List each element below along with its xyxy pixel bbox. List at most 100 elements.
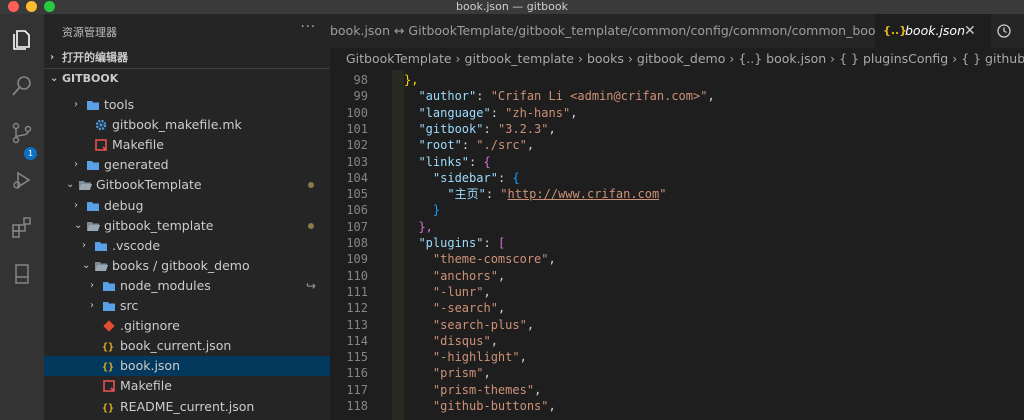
line-number: 100	[346, 105, 368, 120]
breadcrumb-item[interactable]: {..} book.json	[738, 51, 826, 66]
history-icon[interactable]	[996, 23, 1012, 39]
open-editors-section[interactable]: › 打开的编辑器	[44, 48, 330, 68]
tab-diff[interactable]: book.json ↔ GitbookTemplate/gitbook_temp…	[330, 14, 875, 48]
code-line: "-highlight",	[432, 350, 527, 365]
chevron-right-icon: ›	[74, 99, 78, 110]
breadcrumb-item[interactable]: gitbook_template	[465, 51, 574, 66]
svg-text:{}: {}	[102, 403, 114, 414]
line-number: 107	[346, 219, 368, 234]
tree-item-label: README.md	[120, 417, 198, 420]
makefile-icon	[94, 138, 108, 152]
title-bar: book.json — gitbook	[0, 0, 1024, 14]
modified-indicator	[308, 222, 314, 229]
line-number: 98	[353, 73, 368, 87]
code-editor[interactable]: 98}, 99 "author": "Crifan Li <admin@crifa…	[330, 70, 1024, 420]
tree-item[interactable]: ⌄ books / gitbook_demo	[44, 256, 330, 276]
line-number: 106	[346, 203, 368, 218]
tree-item[interactable]: › tools	[44, 95, 330, 115]
code-line: "language": "zh-hans",	[418, 105, 578, 120]
line-number: 111	[346, 284, 368, 299]
code-line: },	[404, 73, 419, 87]
line-number: 115	[346, 350, 368, 365]
tree-item[interactable]: › generated	[44, 155, 330, 175]
folder-open-icon	[94, 259, 108, 273]
breadcrumb-item[interactable]: GitbookTemplate	[346, 51, 452, 66]
svg-text:{}: {}	[102, 362, 114, 373]
source-control-icon[interactable]	[10, 121, 34, 145]
tree-item[interactable]: › debug	[44, 196, 330, 216]
tree-item[interactable]: › node_modules ↪	[44, 276, 330, 296]
folder-icon	[102, 279, 116, 293]
extensions-icon[interactable]	[10, 215, 34, 239]
tab-bar: book.json ↔ GitbookTemplate/gitbook_temp…	[330, 14, 1024, 48]
breadcrumb-item[interactable]: gitbook_demo	[637, 51, 725, 66]
tree-item-label: tools	[104, 97, 135, 112]
code-line: "author": "Crifan Li <admin@crifan.com>"…	[418, 89, 715, 104]
tree-item[interactable]: .gitignore	[44, 316, 330, 336]
tree-item[interactable]: {} book_current.json	[44, 336, 330, 356]
code-line: "anchors",	[432, 268, 506, 283]
line-number: 101	[346, 121, 368, 136]
activity-bar: 1	[0, 14, 44, 420]
chevron-down-icon: ⌄	[66, 179, 75, 191]
tree-item[interactable]: ⌄ GitbookTemplate	[44, 175, 330, 195]
explorer-icon[interactable]	[10, 28, 34, 52]
svg-text:{}: {}	[102, 342, 114, 353]
book-icon[interactable]	[10, 262, 34, 286]
tab-book-json[interactable]: {..} book.json ✕	[875, 14, 991, 48]
json-icon: {}	[102, 359, 116, 373]
tree-item[interactable]: README.md	[44, 417, 330, 420]
makefile-icon	[102, 379, 116, 393]
breadcrumb-item[interactable]: { } github-buttons	[961, 51, 1024, 66]
chevron-right-icon: ›	[90, 279, 94, 291]
tree-item[interactable]: Makefile	[44, 376, 330, 396]
folder-icon	[86, 158, 100, 172]
chevron-right-icon: ›	[623, 51, 637, 66]
more-actions-button[interactable]: ···	[301, 20, 316, 35]
run-debug-icon[interactable]	[10, 168, 34, 192]
tab-book-json-label: book.json	[905, 23, 965, 38]
code-line: },	[418, 219, 433, 234]
tree-item-label: gitbook_makefile.mk	[112, 117, 242, 133]
code-line: "prism",	[432, 366, 491, 381]
chevron-right-icon: ›	[74, 159, 78, 171]
source-control-badge: 1	[24, 147, 37, 160]
line-number: 108	[346, 236, 368, 250]
chevron-right-icon: ›	[451, 51, 465, 66]
code-line: "-lunr",	[432, 284, 491, 299]
tree-item-label: Makefile	[120, 378, 172, 394]
workspace-root-section[interactable]: ⌄ GITBOOK	[44, 68, 330, 89]
close-icon[interactable]: ✕	[964, 14, 976, 48]
modified-indicator	[308, 182, 314, 189]
tree-item-label: Makefile	[112, 137, 164, 153]
chevron-down-icon: ⌄	[82, 259, 91, 271]
code-line: "-search",	[432, 301, 506, 316]
tree-item[interactable]: Makefile	[44, 135, 330, 155]
search-icon[interactable]	[10, 74, 34, 98]
tree-item[interactable]: › .vscode	[44, 236, 330, 256]
breadcrumb-item[interactable]: { } pluginsConfig	[839, 51, 948, 66]
tree-item[interactable]: {} book.json	[44, 356, 330, 377]
code-line: "root": "./src",	[418, 138, 535, 153]
tree-item[interactable]: {} README_current.json	[44, 397, 330, 417]
breadcrumb: GitbookTemplate › gitbook_template › boo…	[330, 48, 1024, 70]
tree-item-label: src	[120, 298, 139, 313]
line-number: 102	[346, 138, 368, 153]
line-number: 99	[353, 89, 368, 104]
chevron-right-icon: ›	[948, 51, 962, 66]
code-line: "主页": "http://www.crifan.com"	[447, 187, 667, 202]
code-line: "disqus",	[432, 333, 498, 348]
tree-item[interactable]: ⌄ gitbook_template	[44, 216, 330, 236]
workspace-root-label: GITBOOK	[62, 72, 119, 85]
tree-item[interactable]: gitbook_makefile.mk	[44, 115, 330, 135]
line-number: 110	[346, 268, 368, 283]
line-number: 112	[346, 301, 368, 316]
line-number: 103	[346, 154, 368, 169]
tree-item[interactable]: › src	[44, 296, 330, 316]
tab-diff-label: book.json ↔ GitbookTemplate/gitbook_temp…	[330, 23, 875, 38]
breadcrumb-item[interactable]: books	[587, 51, 624, 66]
code-line: "plugins": [	[418, 236, 506, 250]
tree-item-label: README_current.json	[120, 398, 255, 414]
code-line: "links": {	[418, 154, 491, 169]
code-line: "prism-themes",	[432, 382, 542, 397]
